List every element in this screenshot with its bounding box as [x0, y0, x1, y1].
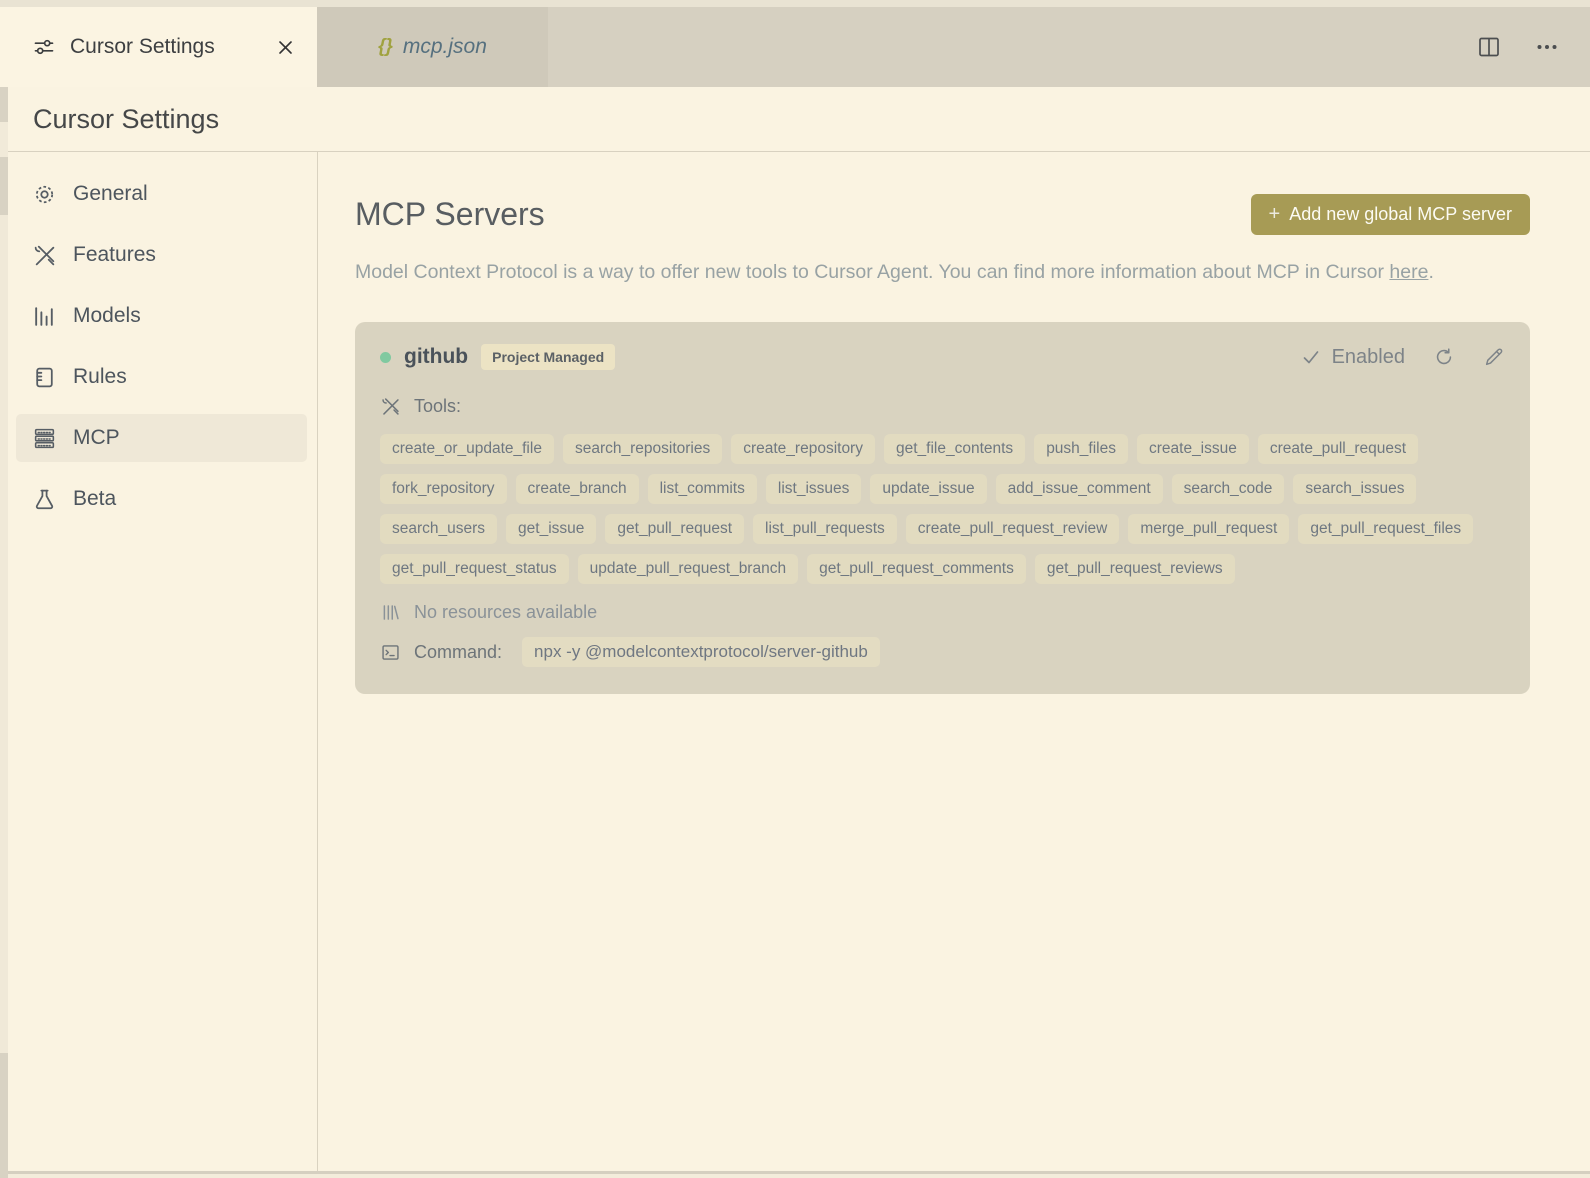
- tab-label: mcp.json: [402, 35, 487, 58]
- tool-tag-list: create_or_update_file search_repositories…: [380, 434, 1505, 585]
- tool-tag: merge_pull_request: [1128, 514, 1290, 545]
- braces-icon: {}: [378, 36, 393, 57]
- enabled-toggle[interactable]: Enabled: [1301, 346, 1405, 369]
- tool-tag: search_code: [1171, 474, 1285, 505]
- tool-tag: get_pull_request_comments: [807, 554, 1026, 585]
- terminal-icon: [380, 642, 401, 663]
- resources-row: No resources available: [380, 602, 1505, 623]
- tool-tag: search_repositories: [562, 434, 723, 465]
- description-suffix: .: [1428, 261, 1434, 283]
- description-text: Model Context Protocol is a way to offer…: [355, 261, 1390, 283]
- sidebar-item-label: Features: [73, 243, 156, 266]
- tool-tag: get_issue: [506, 514, 597, 545]
- sidebar-item-mcp[interactable]: MCP: [16, 414, 307, 462]
- sidebar-item-beta[interactable]: Beta: [16, 475, 307, 523]
- tab-bar-actions: [1476, 7, 1590, 87]
- tool-tag: get_file_contents: [883, 434, 1026, 465]
- bar-chart-icon: [31, 304, 57, 329]
- tool-tag: get_pull_request_reviews: [1034, 554, 1235, 585]
- tool-tag: create_branch: [515, 474, 639, 505]
- tool-tag: list_issues: [765, 474, 862, 505]
- library-icon: [380, 602, 401, 623]
- sidebar-item-general[interactable]: General: [16, 170, 307, 218]
- tool-tag: create_pull_request: [1257, 434, 1419, 465]
- window-bottom-edge: [0, 1171, 1590, 1178]
- sidebar-item-features[interactable]: Features: [16, 231, 307, 279]
- tools-row: Tools:: [380, 396, 1505, 417]
- tool-tag: list_commits: [647, 474, 757, 505]
- page-title: Cursor Settings: [33, 103, 220, 134]
- sidebar-item-label: MCP: [73, 426, 120, 449]
- tab-mcp-json[interactable]: {} mcp.json: [317, 7, 548, 87]
- gear-icon: [31, 182, 57, 207]
- resources-text: No resources available: [414, 602, 598, 623]
- command-value: npx -y @modelcontextprotocol/server-gith…: [522, 637, 880, 668]
- mcp-header: MCP Servers + Add new global MCP server: [355, 194, 1530, 235]
- mcp-server-card-github: github Project Managed Enabled Tools: cr…: [355, 322, 1530, 695]
- enabled-label: Enabled: [1331, 345, 1405, 368]
- server-card-header: github Project Managed Enabled: [380, 344, 1505, 371]
- tool-tag: search_issues: [1293, 474, 1417, 505]
- settings-header: Cursor Settings: [0, 87, 1590, 152]
- check-icon: [1301, 347, 1321, 367]
- tools-icon: [380, 396, 401, 417]
- tool-tag: get_pull_request_status: [380, 554, 569, 585]
- tool-tag: update_pull_request_branch: [577, 554, 799, 585]
- sidebar-item-label: Rules: [73, 365, 127, 388]
- window-left-edge: [0, 7, 8, 1178]
- tab-cursor-settings[interactable]: Cursor Settings: [8, 7, 317, 87]
- sidebar-item-label: Beta: [73, 487, 117, 510]
- mcp-settings-panel: MCP Servers + Add new global MCP server …: [318, 152, 1590, 1171]
- tool-tag: create_pull_request_review: [905, 514, 1120, 545]
- add-button-label: Add new global MCP server: [1289, 204, 1512, 224]
- tool-tag: push_files: [1034, 434, 1128, 465]
- tool-tag: add_issue_comment: [995, 474, 1163, 505]
- sidebar-item-label: General: [73, 182, 148, 205]
- edit-pencil-icon[interactable]: [1483, 346, 1505, 368]
- tool-tag: list_pull_requests: [753, 514, 897, 545]
- status-dot-green: [380, 351, 391, 363]
- cursor-settings-window: Cursor Settings {} mcp.json Cursor Setti…: [0, 0, 1590, 1178]
- more-actions-icon[interactable]: [1534, 34, 1560, 60]
- settings-body: General Features Models Rules MCP Beta M…: [0, 152, 1590, 1171]
- sliders-icon: [32, 35, 56, 59]
- command-label: Command:: [414, 641, 503, 662]
- mcp-description: Model Context Protocol is a way to offer…: [355, 255, 1525, 290]
- here-link[interactable]: here: [1389, 261, 1428, 283]
- sidebar-item-label: Models: [73, 304, 141, 327]
- add-global-mcp-server-button[interactable]: + Add new global MCP server: [1250, 194, 1530, 235]
- tab-label: Cursor Settings: [70, 35, 215, 58]
- tool-tag: create_issue: [1136, 434, 1249, 465]
- tool-tag: update_issue: [870, 474, 987, 505]
- tool-tag: get_pull_request: [605, 514, 745, 545]
- close-icon[interactable]: [276, 38, 295, 57]
- server-icon: [31, 426, 57, 451]
- tools-label: Tools:: [414, 396, 462, 417]
- window-top-edge: [0, 0, 1590, 7]
- tool-tag: create_repository: [731, 434, 875, 465]
- project-managed-badge: Project Managed: [481, 344, 616, 371]
- split-editor-icon[interactable]: [1476, 34, 1502, 60]
- tool-tag: fork_repository: [380, 474, 507, 505]
- notepad-icon: [31, 365, 57, 390]
- server-name: github: [404, 345, 469, 369]
- sidebar-item-rules[interactable]: Rules: [16, 353, 307, 401]
- sidebar-item-models[interactable]: Models: [16, 292, 307, 340]
- tool-tag: search_users: [380, 514, 498, 545]
- plus-icon: +: [1268, 203, 1281, 225]
- mcp-servers-title: MCP Servers: [355, 196, 545, 232]
- editor-tab-bar: Cursor Settings {} mcp.json: [0, 7, 1590, 87]
- tool-tag: create_or_update_file: [380, 434, 554, 465]
- settings-sidebar: General Features Models Rules MCP Beta: [0, 152, 318, 1171]
- flask-icon: [31, 487, 57, 512]
- tool-tag: get_pull_request_files: [1298, 514, 1474, 545]
- tools-icon: [31, 243, 57, 268]
- server-card-actions: Enabled: [1301, 346, 1505, 369]
- refresh-icon[interactable]: [1433, 346, 1455, 368]
- command-row: Command: npx -y @modelcontextprotocol/se…: [380, 637, 1505, 668]
